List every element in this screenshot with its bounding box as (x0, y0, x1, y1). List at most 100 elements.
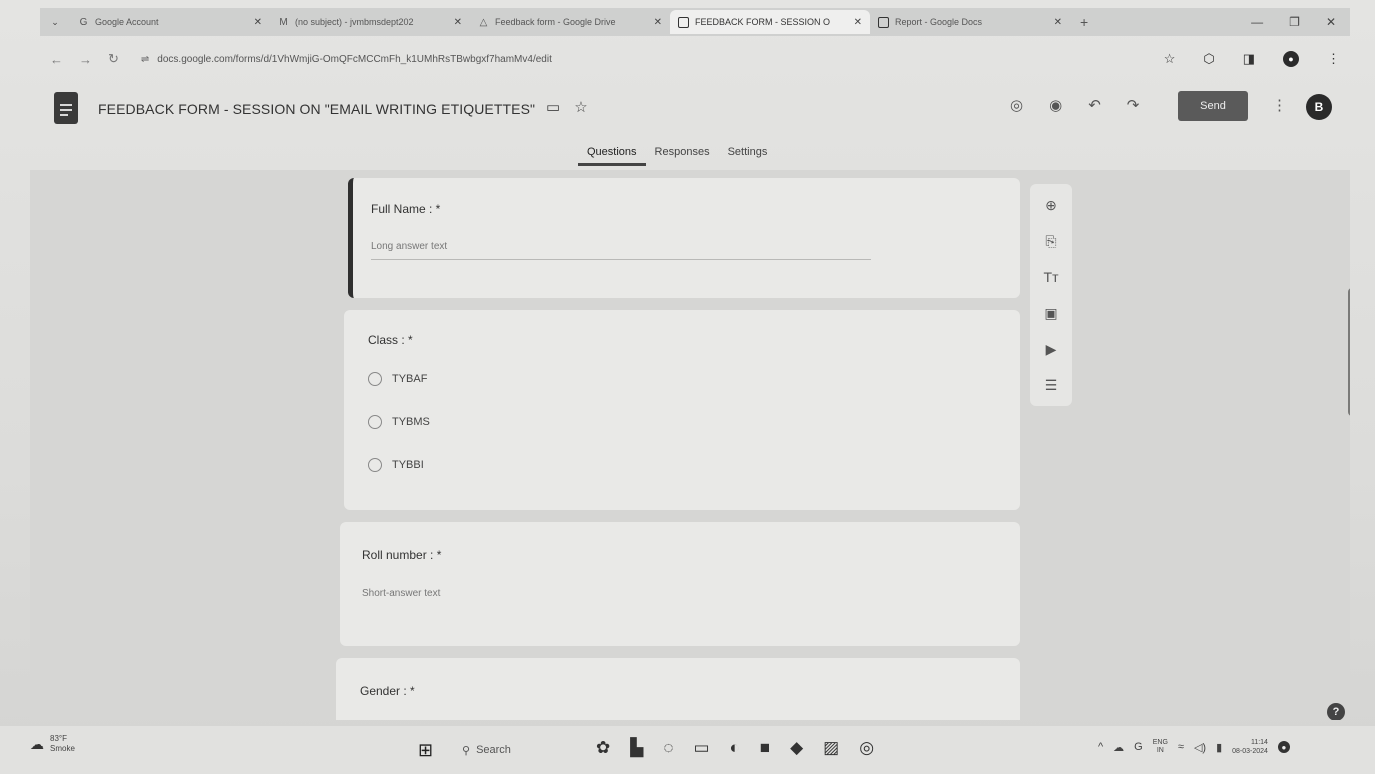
weather-widget[interactable]: ☁ 83°F Smoke (30, 734, 75, 754)
file-explorer-icon[interactable]: ▙ (630, 738, 643, 758)
cloud-icon[interactable]: ☁ (1113, 741, 1124, 754)
preview-eye-icon[interactable]: ◉ (1049, 96, 1062, 114)
url-text: docs.google.com/forms/d/1VhWmjiG-OmQFcMC… (157, 53, 552, 65)
google-forms-logo-icon[interactable] (54, 92, 78, 124)
option-tybms[interactable]: TYBMS (368, 415, 430, 429)
radio-icon[interactable] (368, 415, 382, 429)
edge-icon[interactable]: ◐ (730, 738, 740, 758)
back-icon[interactable]: ← (50, 52, 63, 67)
windows-start-icon[interactable]: ⊞ (418, 740, 433, 761)
forms-icon (678, 16, 689, 28)
battery-icon[interactable]: ▮ (1216, 741, 1222, 754)
undo-icon[interactable]: ↶ (1088, 96, 1101, 114)
language-indicator[interactable]: ENG IN (1153, 739, 1168, 755)
tab-responses[interactable]: Responses (646, 140, 719, 166)
address-bar: ← → ↻ ⇌ docs.google.com/forms/d/1VhWmjiG… (40, 44, 1350, 74)
tab-label: Google Account (95, 17, 159, 27)
extensions-icon[interactable]: ⬡ (1203, 51, 1214, 67)
screen: ⌄ G Google Account ✕ M (no subject) - jv… (0, 0, 1375, 774)
more-options-icon[interactable]: ⋮ (1272, 96, 1287, 114)
tab-questions[interactable]: Questions (578, 140, 646, 166)
add-question-icon[interactable]: ⊕ (1040, 194, 1062, 216)
weather-text: 83°F Smoke (50, 734, 75, 754)
chrome-icon[interactable]: ◎ (859, 738, 874, 758)
add-section-icon[interactable]: ☰ (1040, 374, 1062, 396)
close-icon[interactable]: ✕ (254, 17, 262, 28)
close-icon[interactable]: ✕ (454, 17, 462, 28)
volume-icon[interactable]: ◁) (1194, 741, 1206, 754)
form-title[interactable]: FEEDBACK FORM - SESSION ON "EMAIL WRITIN… (98, 101, 535, 117)
add-image-icon[interactable]: ▣ (1040, 302, 1062, 324)
option-label: TYBMS (392, 416, 430, 428)
site-info-icon[interactable]: ⇌ (141, 54, 149, 65)
url-field[interactable]: ⇌ docs.google.com/forms/d/1VhWmjiG-OmQFc… (135, 47, 755, 71)
question-card-gender[interactable]: Gender : * (336, 658, 1020, 720)
import-questions-icon[interactable]: ⎘ (1040, 230, 1062, 252)
close-icon[interactable]: ✕ (854, 17, 862, 28)
tab-settings[interactable]: Settings (719, 140, 777, 166)
customize-theme-icon[interactable]: ◎ (1010, 96, 1023, 114)
desktop-icon[interactable]: ▭ (693, 738, 709, 758)
bookmark-star-icon[interactable]: ☆ (1164, 51, 1176, 67)
question-title[interactable]: Full Name : * (371, 202, 440, 216)
forward-icon[interactable]: → (79, 52, 92, 67)
minimize-icon[interactable]: — (1251, 15, 1263, 29)
search-icon: ⚲ (462, 744, 471, 757)
option-label: TYBAF (392, 373, 428, 385)
move-folder-icon[interactable]: ▭ (546, 98, 560, 116)
sidepanel-icon[interactable]: ◨ (1243, 51, 1255, 67)
question-title[interactable]: Gender : * (360, 684, 415, 698)
send-button[interactable]: Send (1178, 91, 1248, 121)
browser-tab-drive[interactable]: △ Feedback form - Google Drive ✕ (470, 10, 670, 34)
browser-tab-gmail[interactable]: M (no subject) - jvmbmsdept202 ✕ (270, 10, 470, 34)
browser-profile-icon[interactable]: ● (1283, 51, 1299, 67)
weather-desc: Smoke (50, 744, 75, 753)
add-title-icon[interactable]: Tт (1040, 266, 1062, 288)
widgets-icon[interactable]: ✿ (596, 738, 610, 758)
taskbar-search[interactable]: ⚲ Search (456, 738, 566, 762)
answer-underline (371, 259, 871, 260)
question-card-full-name[interactable]: Full Name : * Long answer text (348, 178, 1020, 298)
chat-icon[interactable]: ◌ (663, 738, 673, 758)
store-icon[interactable]: ■ (760, 738, 770, 758)
question-card-class[interactable]: Class : * TYBAF TYBMS TYBBI (344, 310, 1020, 510)
floating-toolbar: ⊕ ⎘ Tт ▣ ▶ ☰ (1030, 184, 1072, 406)
browser-tab-forms[interactable]: FEEDBACK FORM - SESSION O ✕ (670, 10, 870, 34)
question-title[interactable]: Class : * (368, 333, 413, 347)
reload-icon[interactable]: ↻ (108, 51, 119, 67)
help-icon[interactable]: ? (1327, 703, 1345, 720)
question-card-roll-number[interactable]: Roll number : * Short-answer text (340, 522, 1020, 646)
star-icon[interactable]: ☆ (574, 98, 587, 116)
close-icon[interactable]: ✕ (654, 17, 662, 28)
notification-icon[interactable]: ● (1277, 741, 1290, 753)
browser-tabstrip: ⌄ G Google Account ✕ M (no subject) - jv… (40, 8, 1350, 36)
header-tools: ◎ ◉ ↶ ↷ (1010, 96, 1139, 114)
radio-icon[interactable] (368, 458, 382, 472)
close-icon[interactable]: ✕ (1054, 17, 1062, 28)
tab-search-icon[interactable]: ⌄ (40, 8, 70, 36)
avatar[interactable]: B (1306, 94, 1332, 120)
option-tybbi[interactable]: TYBBI (368, 458, 424, 472)
clock[interactable]: 11:14 08-03-2024 (1232, 738, 1268, 756)
restore-icon[interactable]: ❐ (1289, 15, 1300, 29)
question-title[interactable]: Roll number : * (362, 548, 441, 562)
system-tray: ^ ☁ G ENG IN ≈ ◁) ▮ 11:14 08-03-2024 ● (1098, 738, 1290, 756)
close-window-icon[interactable]: ✕ (1326, 15, 1336, 29)
radio-icon[interactable] (368, 372, 382, 386)
form-editor-canvas: Full Name : * Long answer text Class : *… (30, 170, 1350, 720)
option-tybaf[interactable]: TYBAF (368, 372, 427, 386)
add-video-icon[interactable]: ▶ (1040, 338, 1062, 360)
redo-icon[interactable]: ↷ (1127, 96, 1140, 114)
page-scrollbar[interactable] (1348, 288, 1350, 416)
new-tab-icon[interactable]: + (1080, 14, 1088, 30)
docs-icon (878, 16, 889, 28)
browser-tab-docs[interactable]: Report - Google Docs ✕ (870, 10, 1070, 34)
browser-menu-icon[interactable]: ⋮ (1327, 51, 1340, 67)
title-actions: ▭ ☆ (546, 98, 588, 116)
wifi-icon[interactable]: ≈ (1178, 741, 1184, 753)
app-icon[interactable]: ◆ (790, 738, 803, 758)
tray-google-icon[interactable]: G (1134, 741, 1143, 753)
browser-tab-google-account[interactable]: G Google Account ✕ (70, 10, 270, 34)
photos-icon[interactable]: ▨ (823, 738, 839, 758)
tray-overflow-icon[interactable]: ^ (1098, 741, 1103, 753)
